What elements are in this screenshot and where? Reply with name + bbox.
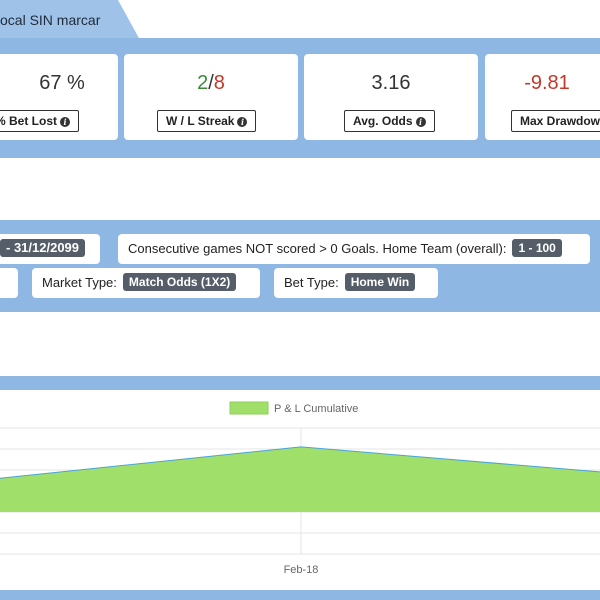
loss-streak-value: 8 [213, 72, 225, 94]
info-icon[interactable]: i [237, 117, 248, 127]
filter-bet-type[interactable]: Bet Type: Home Win [274, 268, 438, 298]
section-tab-title: ocal SIN marcar [0, 12, 101, 28]
stat-card-avg-odds: 3.16 Avg. Odds i [304, 54, 478, 140]
x-tick-label: Feb-18 [284, 564, 319, 576]
pl-cumulative-area [0, 446, 600, 512]
filter-market-type[interactable]: Market Type: Match Odds (1X2) [32, 268, 260, 298]
market-type-label: Market Type: [42, 275, 117, 290]
stat-label-bet-lost[interactable]: % Bet Lost i [0, 110, 80, 132]
bottom-border [0, 590, 600, 600]
stat-value-bet-lost: 67 % [39, 72, 85, 94]
stat-card-wl-streak: 2/8 W / L Streak i [124, 54, 298, 140]
stat-value-wl-streak: 2/8 [124, 72, 298, 95]
filter-truncated[interactable] [0, 268, 18, 298]
chart-panel: P & L Cumulative Feb-18 [0, 376, 600, 600]
stat-card-max-drawdown: -9.81 Max Drawdow [485, 54, 600, 140]
market-type-badge: Match Odds (1X2) [122, 273, 237, 291]
info-icon[interactable]: i [60, 117, 71, 127]
consecutive-label: Consecutive games NOT scored > 0 Goals. … [128, 241, 507, 256]
filter-consecutive-games[interactable]: Consecutive games NOT scored > 0 Goals. … [118, 234, 590, 264]
pl-chart: P & L Cumulative Feb-18 [0, 390, 600, 590]
bet-type-badge: Home Win [344, 273, 416, 291]
legend-label[interactable]: P & L Cumulative [274, 403, 358, 415]
stat-label-max-drawdown-text: Max Drawdow [520, 114, 600, 128]
stat-label-max-drawdown[interactable]: Max Drawdow [511, 110, 600, 132]
win-streak-value: 2 [197, 72, 209, 94]
page: ocal SIN marcar 67 % % Bet Lost i 2/8 W /… [0, 0, 600, 600]
pl-chart-svg: P & L Cumulative Feb-18 [0, 401, 600, 576]
bet-type-label: Bet Type: [284, 275, 339, 290]
info-icon[interactable]: i [415, 117, 426, 127]
section-header: ocal SIN marcar [0, 0, 600, 42]
stat-label-avg-odds[interactable]: Avg. Odds i [344, 110, 435, 132]
stat-label-avg-odds-text: Avg. Odds [353, 114, 413, 128]
stat-card-bet-lost: 67 % % Bet Lost i [0, 54, 118, 140]
legend-swatch[interactable] [229, 401, 269, 415]
stat-value-max-drawdown: -9.81 [524, 72, 570, 94]
stat-value-avg-odds: 3.16 [371, 72, 411, 94]
stat-label-bet-lost-text: % Bet Lost [0, 114, 58, 128]
stat-label-wl-streak[interactable]: W / L Streak i [157, 110, 257, 132]
filter-date-range[interactable]: - 31/12/2099 [0, 234, 100, 264]
filters-panel: - 31/12/2099 Consecutive games NOT score… [0, 220, 600, 312]
section-tab[interactable]: ocal SIN marcar [0, 0, 140, 40]
date-range-badge: - 31/12/2099 [0, 239, 86, 257]
stat-label-wl-streak-text: W / L Streak [166, 114, 235, 128]
stats-panel: 67 % % Bet Lost i 2/8 W / L Streak i 3.16 … [0, 42, 600, 158]
consecutive-badge: 1 - 100 [512, 239, 562, 257]
